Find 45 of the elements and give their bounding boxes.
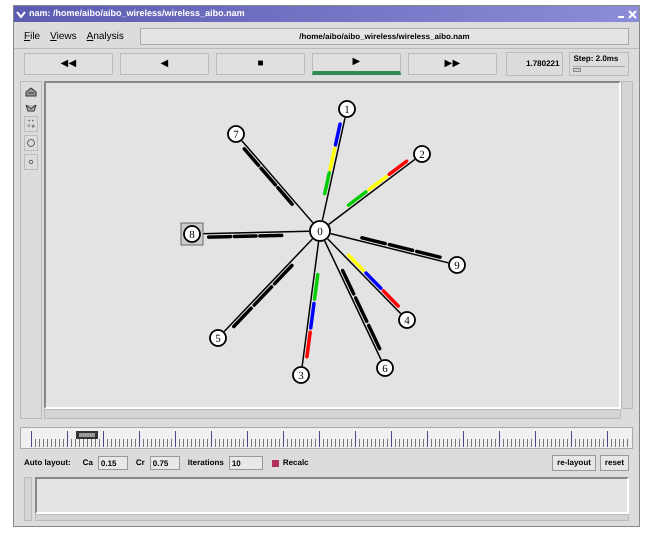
vertical-scrollbar[interactable] bbox=[621, 81, 633, 409]
action-button[interactable]: reset bbox=[600, 455, 629, 471]
auto-layout-label: Auto layout: bbox=[24, 457, 71, 469]
playback-button[interactable]: ◀◀ bbox=[24, 52, 113, 74]
playback-button[interactable]: ▶▶ bbox=[408, 52, 497, 74]
field-label: Cr bbox=[136, 457, 145, 469]
input-field[interactable]: 0.75 bbox=[150, 456, 180, 470]
time-display: 1.780221 bbox=[506, 52, 564, 76]
step-slider-thumb[interactable] bbox=[573, 68, 582, 72]
timeline[interactable] bbox=[20, 427, 633, 449]
playback-button[interactable]: ■ bbox=[216, 52, 305, 74]
step-label: Step: 2.0ms bbox=[573, 52, 620, 64]
file-path-field: /home/aibo/aibo_wireless/wireless_aibo.nam bbox=[140, 28, 629, 44]
menu-item[interactable]: Analysis bbox=[86, 28, 124, 44]
step-control[interactable]: Step: 2.0ms bbox=[569, 52, 629, 76]
playback-button[interactable]: ◀ bbox=[120, 52, 209, 74]
window-title: nam: /home/aibo/aibo_wireless/wireless_aibo.nam bbox=[29, 7, 245, 20]
network-node[interactable]: 3 bbox=[292, 366, 310, 384]
network-node[interactable]: 4 bbox=[398, 311, 416, 329]
network-node[interactable]: 7 bbox=[227, 125, 245, 143]
horizontal-scrollbar[interactable] bbox=[35, 514, 629, 521]
menu-item[interactable]: Views bbox=[50, 28, 77, 44]
network-node[interactable]: 5 bbox=[209, 329, 227, 347]
field-label: Iterations bbox=[188, 457, 224, 469]
horizontal-scrollbar[interactable] bbox=[44, 409, 621, 419]
network-node[interactable]: 6 bbox=[376, 359, 394, 377]
network-node[interactable]: 9 bbox=[448, 256, 466, 274]
time-marker-icon[interactable] bbox=[76, 431, 98, 439]
playback-button[interactable]: ▶ bbox=[312, 52, 401, 74]
input-field[interactable]: 10 bbox=[228, 456, 263, 470]
recalc-label: Recalc bbox=[282, 457, 309, 469]
menu-caret-icon[interactable] bbox=[16, 10, 26, 18]
network-node[interactable]: 2 bbox=[413, 145, 431, 163]
close-icon[interactable] bbox=[628, 10, 637, 18]
text-area[interactable] bbox=[35, 477, 629, 514]
action-button[interactable]: re-layout bbox=[552, 455, 596, 471]
field-label: Ca bbox=[82, 457, 93, 469]
network-node[interactable]: 0 bbox=[309, 220, 331, 242]
network-node[interactable]: 1 bbox=[338, 100, 356, 118]
input-field[interactable]: 0.15 bbox=[98, 456, 128, 470]
network-node[interactable]: 8 bbox=[180, 222, 204, 246]
zoom-in-icon[interactable] bbox=[24, 86, 38, 98]
menu-item[interactable]: File bbox=[24, 28, 40, 44]
vertical-scrollbar[interactable] bbox=[24, 477, 32, 521]
recalc-checkbox[interactable] bbox=[272, 460, 279, 466]
